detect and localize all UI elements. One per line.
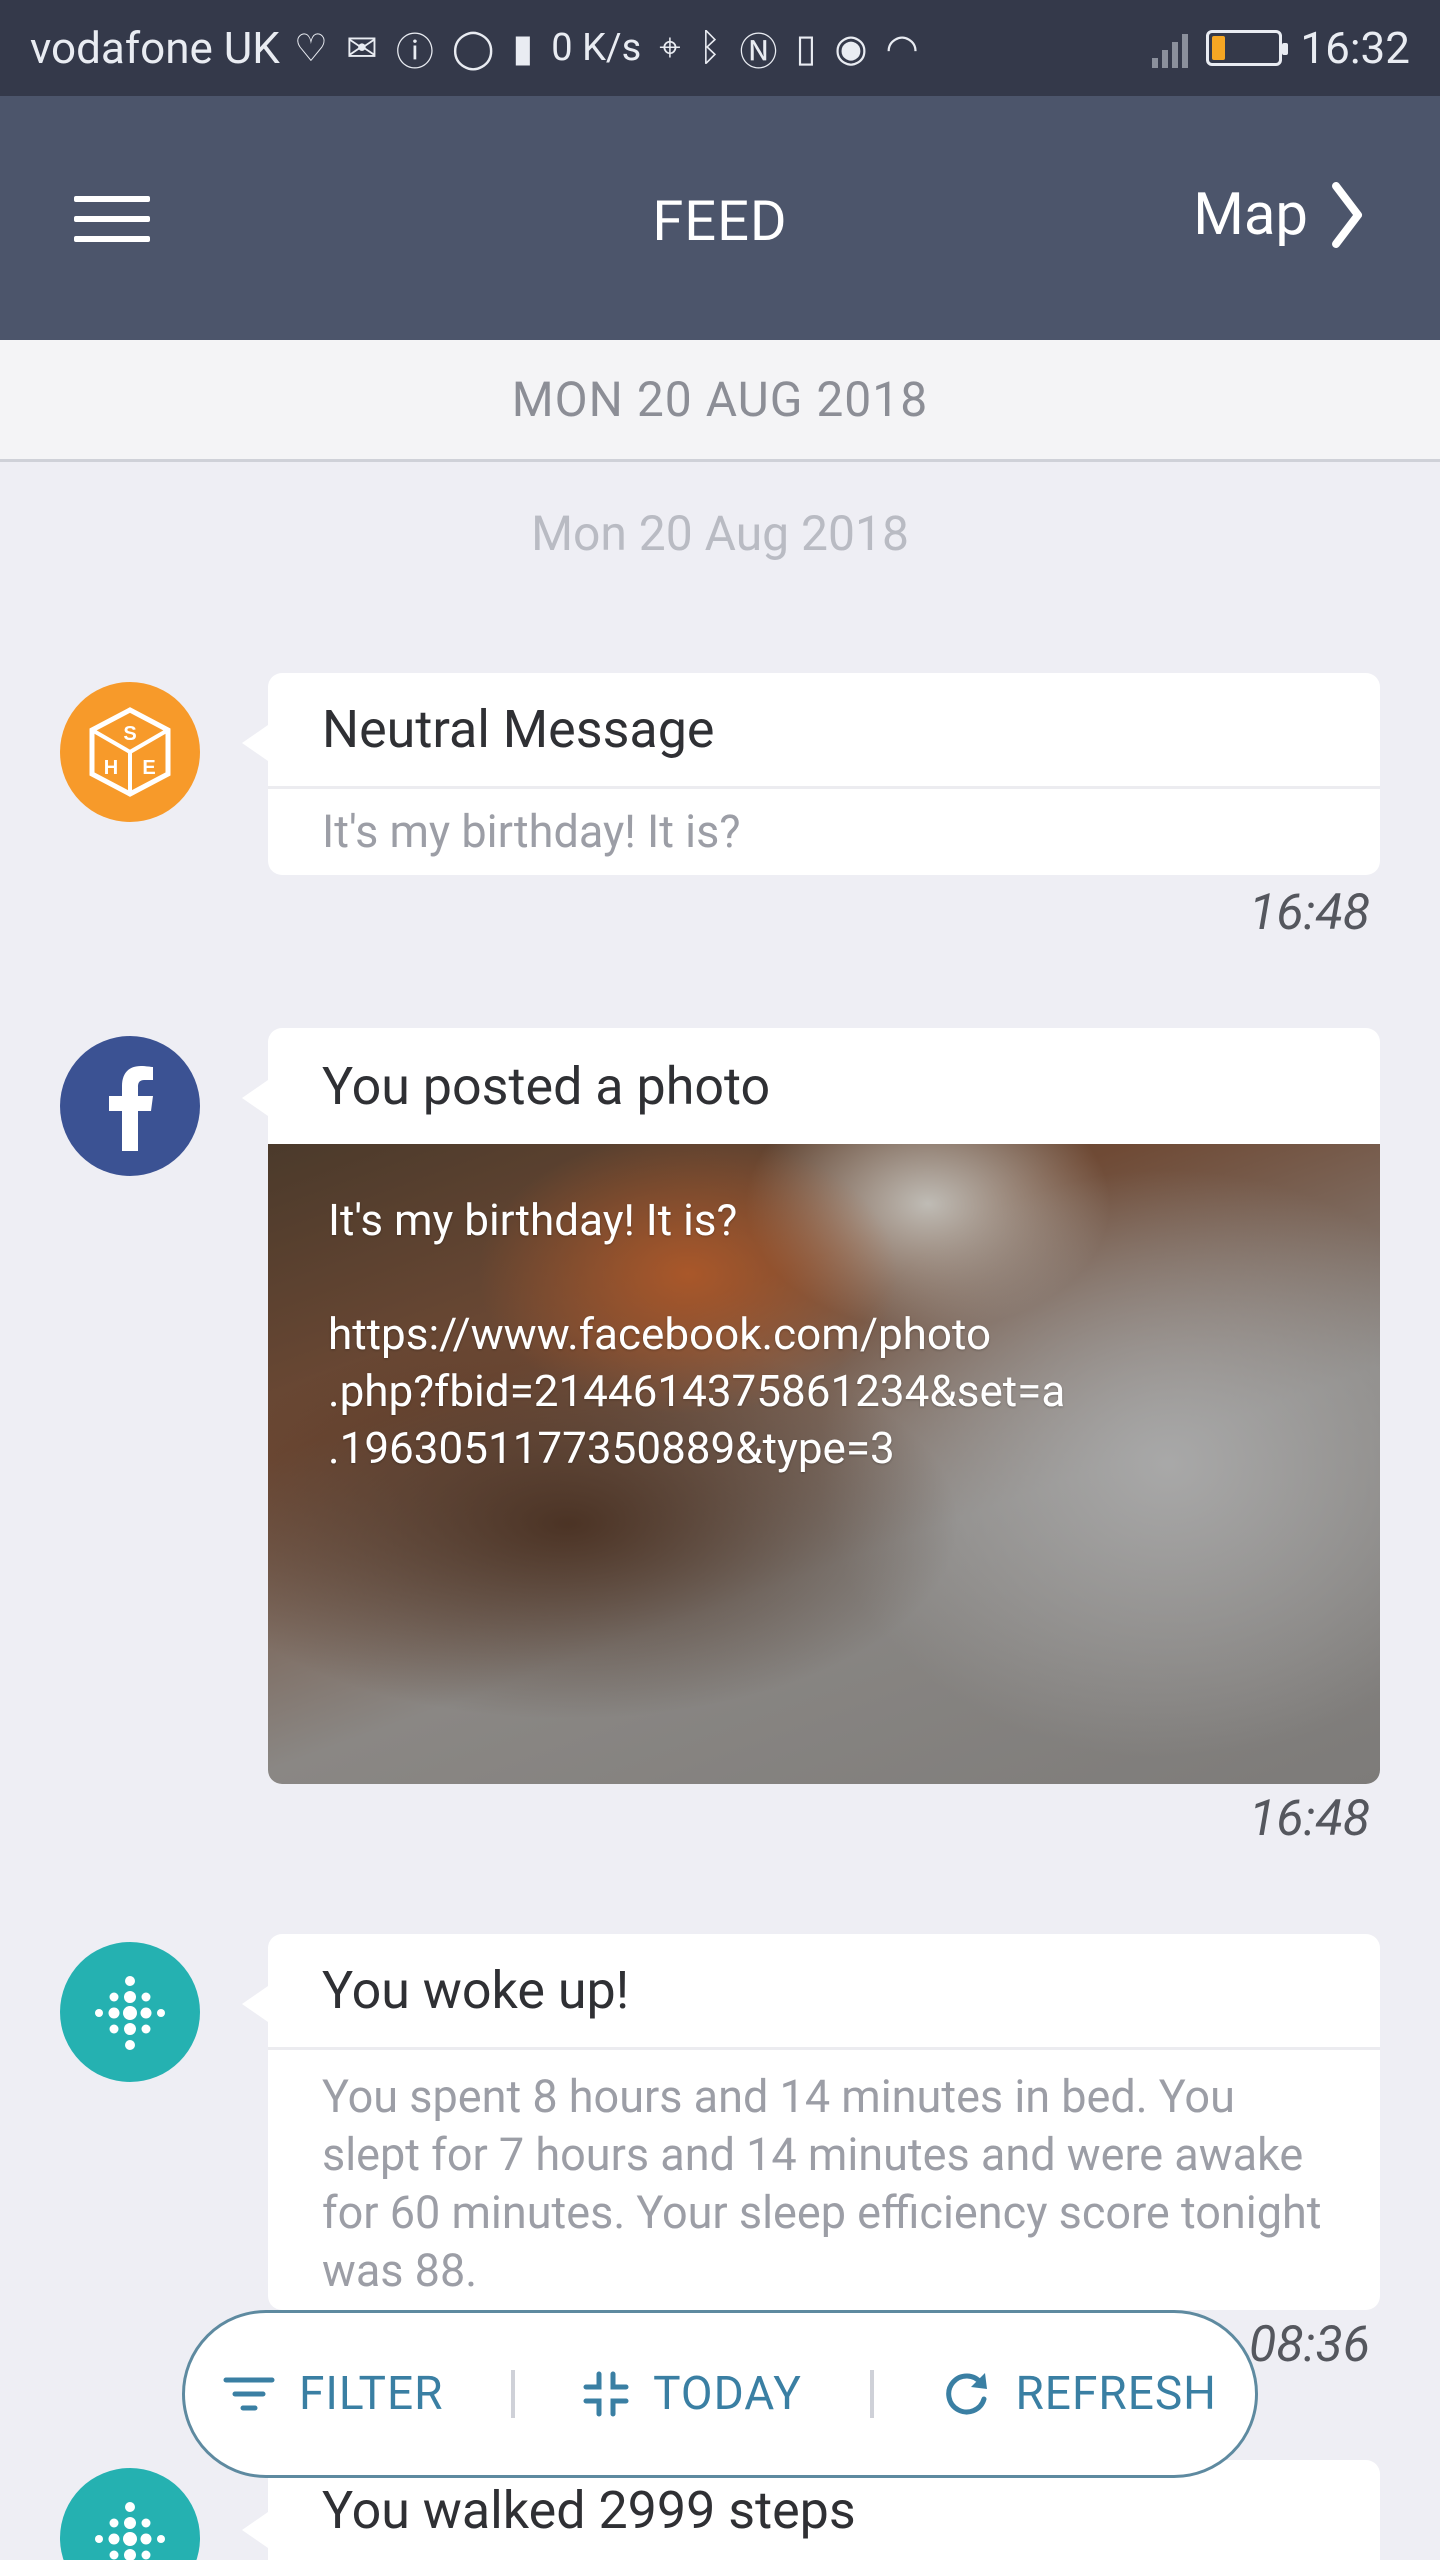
filter-button[interactable]: FILTER bbox=[223, 2367, 443, 2421]
battery-icon bbox=[1206, 30, 1289, 66]
collapse-icon bbox=[583, 2371, 629, 2417]
facebook-icon bbox=[60, 1036, 200, 1176]
card-title: Neutral Message bbox=[268, 673, 1380, 789]
app-bar: FEED Map bbox=[0, 96, 1440, 340]
battery-alert-icon: ▮ bbox=[512, 26, 534, 71]
bluetooth-icon: ᛒ bbox=[698, 26, 722, 70]
today-label: TODAY bbox=[653, 2367, 802, 2421]
net-speed: 0 K/s bbox=[551, 26, 642, 70]
map-button[interactable]: Map bbox=[1193, 180, 1364, 250]
eye-icon: ◉ bbox=[834, 26, 868, 71]
carrier-name: vodafone UK bbox=[30, 22, 280, 74]
today-button[interactable]: TODAY bbox=[583, 2367, 802, 2421]
action-bar: FILTER TODAY REFRESH bbox=[182, 2310, 1258, 2478]
she-logo-icon: S H E bbox=[60, 682, 200, 822]
fitbit-icon bbox=[60, 2468, 200, 2560]
card-body: You spent 8 hours and 14 minutes in bed.… bbox=[322, 2070, 1322, 2297]
divider bbox=[511, 2370, 516, 2418]
svg-text:S: S bbox=[123, 723, 136, 745]
vibrate-icon: ▯ bbox=[795, 26, 817, 71]
card-body: It's my birthday! It is? bbox=[322, 805, 741, 858]
date-subheading: Mon 20 Aug 2018 bbox=[531, 505, 909, 562]
svg-text:E: E bbox=[142, 757, 155, 779]
whatsapp-icon: ◯ bbox=[451, 26, 495, 71]
fitbit-icon bbox=[60, 1942, 200, 2082]
feed-card[interactable]: You woke up! You spent 8 hours and 14 mi… bbox=[242, 1934, 1380, 2310]
nfc-icon: Ⓝ bbox=[739, 30, 778, 75]
signal-icon bbox=[1152, 28, 1189, 68]
date-header: MON 20 AUG 2018 bbox=[0, 340, 1440, 462]
feed-card[interactable]: You posted a photo It's my birthday! It … bbox=[242, 1028, 1380, 1784]
card-title: You posted a photo bbox=[322, 1055, 771, 1117]
card-title: You woke up! bbox=[268, 1934, 1380, 2050]
mail-icon: ✉ bbox=[345, 26, 378, 71]
chevron-right-icon bbox=[1332, 182, 1362, 248]
wifi-icon: ◠ bbox=[885, 26, 919, 71]
refresh-icon bbox=[946, 2373, 988, 2415]
filter-label: FILTER bbox=[299, 2367, 444, 2421]
map-label: Map bbox=[1193, 181, 1308, 249]
status-bar: vodafone UK ♡ ✉ ⓘ ◯ ▮ 0 K/s ⌖ ᛒ Ⓝ ▯ ◉ ◠ … bbox=[0, 0, 1440, 96]
location-icon: ⌖ bbox=[659, 26, 681, 70]
alert-icon: ⓘ bbox=[395, 30, 434, 75]
svg-text:H: H bbox=[104, 757, 118, 779]
refresh-button[interactable]: REFRESH bbox=[941, 2367, 1217, 2421]
filter-icon bbox=[223, 2377, 275, 2411]
timestamp: 16:48 bbox=[1249, 1790, 1370, 1848]
photo-caption: It's my birthday! It is? https://www.fac… bbox=[328, 1194, 1066, 1474]
photo[interactable]: It's my birthday! It is? https://www.fac… bbox=[268, 1144, 1380, 1784]
feed-card[interactable]: Neutral Message It's my birthday! It is? bbox=[242, 673, 1380, 875]
timestamp: 16:48 bbox=[1249, 884, 1370, 942]
refresh-label: REFRESH bbox=[1015, 2367, 1217, 2421]
notification-icons: ♡ ✉ ⓘ ◯ ▮ 0 K/s ⌖ ᛒ Ⓝ ▯ ◉ ◠ bbox=[294, 21, 919, 76]
divider bbox=[869, 2370, 874, 2418]
timestamp: 08:36 bbox=[1249, 2316, 1370, 2374]
clock: 16:32 bbox=[1300, 22, 1410, 74]
heart-rate-icon: ♡ bbox=[293, 26, 328, 71]
